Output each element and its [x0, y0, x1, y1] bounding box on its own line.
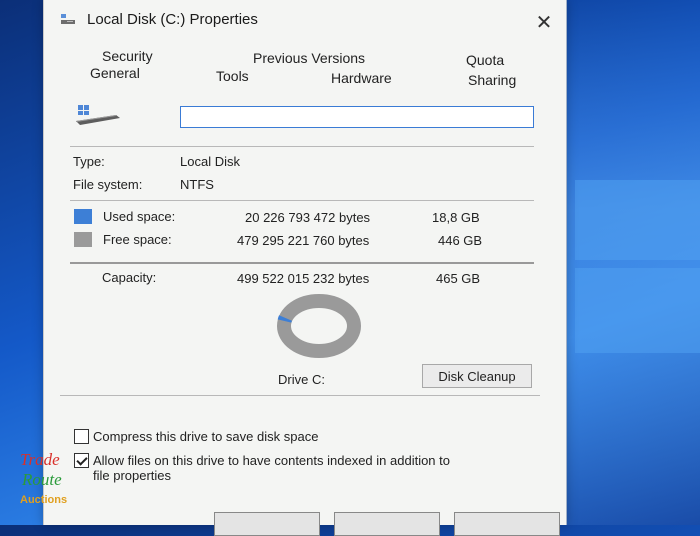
tab-general[interactable]: General: [90, 65, 140, 81]
disk-cleanup-button[interactable]: Disk Cleanup: [422, 364, 532, 388]
free-space-size: 446 GB: [438, 233, 483, 248]
trade-route-watermark: Trade Route Auctions: [20, 450, 67, 506]
ok-button[interactable]: [214, 512, 320, 536]
watermark-line3: Auctions: [20, 494, 67, 506]
file-system-value: NTFS: [180, 177, 214, 192]
file-system-label: File system:: [73, 177, 143, 192]
used-space-label: Used space:: [103, 209, 176, 224]
tab-hardware[interactable]: Hardware: [331, 70, 392, 86]
title-bar[interactable]: Local Disk (C:) Properties ✕: [44, 0, 566, 40]
index-label-line1[interactable]: Allow files on this drive to have conten…: [93, 453, 450, 468]
capacity-size: 465 GB: [436, 271, 481, 286]
separator-capacity: [70, 262, 534, 264]
drive-name-input[interactable]: [180, 106, 534, 128]
tab-security[interactable]: Security: [102, 48, 153, 64]
windows-logo-pane-top: [575, 180, 700, 260]
drive-label: Drive C:: [278, 372, 325, 387]
general-panel: Type: Local Disk File system: NTFS Used …: [60, 92, 550, 512]
cancel-button[interactable]: [334, 512, 440, 536]
free-space-bytes: 479 295 221 760 bytes: [237, 233, 370, 248]
capacity-label: Capacity:: [102, 270, 157, 285]
close-button[interactable]: ✕: [532, 12, 556, 36]
separator-top: [70, 146, 534, 147]
free-space-swatch: [74, 232, 92, 247]
drive-title-icon: [61, 14, 75, 24]
compress-label[interactable]: Compress this drive to save disk space: [93, 429, 318, 444]
watermark-line1: Trade: [20, 450, 60, 469]
used-space-swatch: [74, 209, 92, 224]
disk-usage-ring: [277, 294, 361, 358]
tab-previous-versions[interactable]: Previous Versions: [253, 50, 365, 66]
tab-quota[interactable]: Quota: [466, 52, 504, 68]
window-title: Local Disk (C:) Properties: [87, 11, 258, 28]
tab-tools[interactable]: Tools: [216, 68, 249, 84]
type-label: Type:: [73, 154, 105, 169]
apply-button[interactable]: [454, 512, 560, 536]
free-space-label: Free space:: [103, 232, 172, 247]
used-space-size: 18,8 GB: [432, 210, 480, 225]
tab-sharing[interactable]: Sharing: [468, 72, 516, 88]
separator-mid: [70, 200, 534, 201]
properties-dialog: Local Disk (C:) Properties ✕ Security Pr…: [43, 0, 567, 536]
separator-bottom: [60, 395, 540, 396]
used-space-bytes: 20 226 793 472 bytes: [245, 210, 371, 225]
type-value: Local Disk: [180, 154, 240, 169]
compress-checkbox[interactable]: [74, 429, 89, 444]
windows-logo-pane-bottom: [575, 268, 700, 353]
watermark-line2: Route: [21, 470, 62, 489]
wallpaper-glow: [560, 0, 700, 525]
index-label-line2[interactable]: file properties: [93, 468, 171, 483]
drive-icon: [76, 105, 120, 125]
capacity-bytes: 499 522 015 232 bytes: [237, 271, 370, 286]
